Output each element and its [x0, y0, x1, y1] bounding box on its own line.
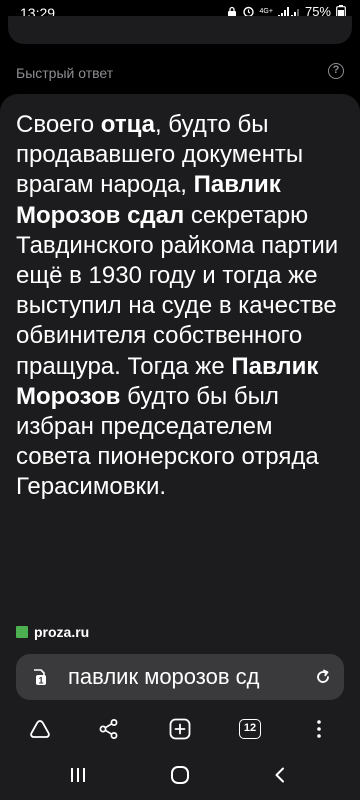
network-type-label: 4G+: [259, 8, 273, 15]
source-link[interactable]: proza.ru: [16, 624, 89, 640]
answer-highlight: отца: [100, 111, 155, 138]
home-icon: [171, 766, 189, 784]
back-chevron-icon: [275, 767, 284, 783]
alice-triangle-icon: [30, 720, 50, 738]
alice-assistant-button[interactable]: [27, 716, 53, 742]
previous-card-edge: [0, 16, 360, 48]
recent-apps-icon: [71, 768, 85, 782]
search-query[interactable]: павлик морозов сд: [68, 664, 308, 690]
search-bar[interactable]: 1 павлик морозов сд: [16, 654, 344, 700]
search-tab-icon[interactable]: 1: [30, 667, 50, 687]
quick-answer-card: Своего отца, будто бы продававшего докум…: [0, 94, 360, 650]
tabs-button[interactable]: 12: [237, 716, 263, 742]
svg-text:1: 1: [38, 676, 43, 686]
recent-apps-button[interactable]: [66, 764, 90, 786]
share-icon: [99, 719, 118, 739]
tabs-count: 12: [239, 719, 261, 739]
browser-toolbar: 12: [0, 710, 360, 748]
source-favicon-icon: [16, 626, 28, 638]
answer-segment: Своего: [16, 111, 101, 138]
more-vertical-icon: [317, 720, 321, 738]
refresh-icon[interactable]: [314, 668, 332, 686]
new-tab-button[interactable]: [167, 716, 193, 742]
quick-answer-header: Быстрый ответ ?: [0, 48, 360, 98]
source-label[interactable]: proza.ru: [34, 624, 89, 640]
help-icon[interactable]: ?: [328, 63, 344, 79]
more-menu-button[interactable]: [306, 716, 332, 742]
answer-text: Своего отца, будто бы продававшего докум…: [16, 110, 346, 503]
share-button[interactable]: [96, 716, 122, 742]
plus-icon: [169, 718, 191, 740]
back-button[interactable]: [268, 764, 292, 786]
search-area: 1 павлик морозов сд: [0, 650, 360, 710]
home-button[interactable]: [168, 764, 192, 786]
quick-answer-title: Быстрый ответ: [16, 65, 114, 81]
system-navigation-bar: [0, 748, 360, 800]
